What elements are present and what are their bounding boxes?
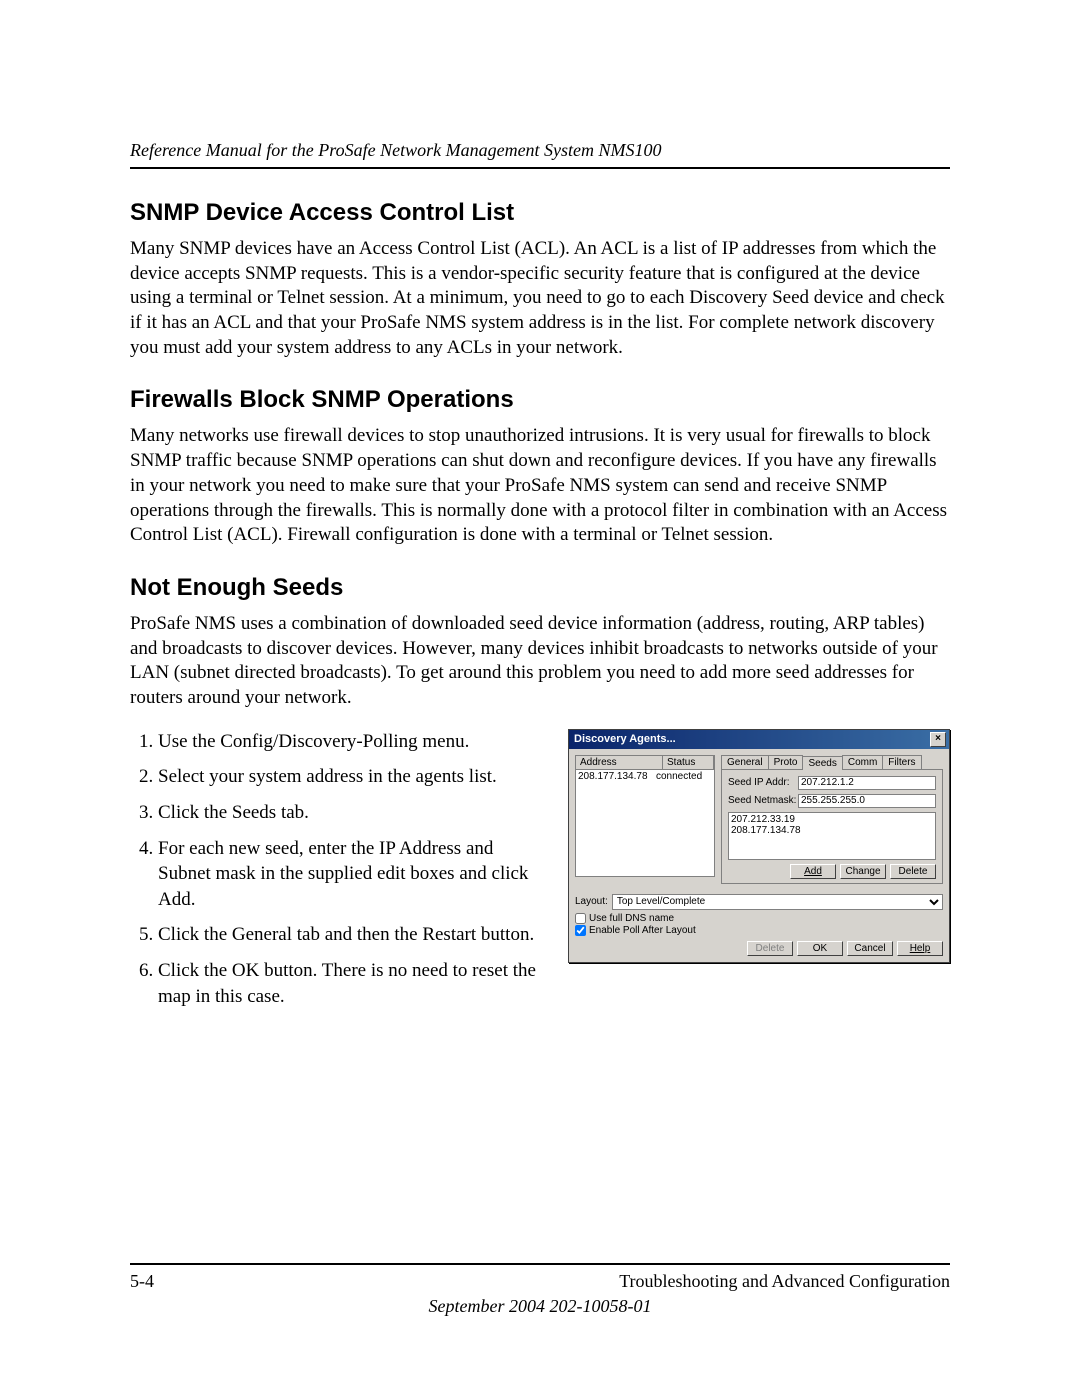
seed-netmask-label: Seed Netmask: (728, 795, 798, 806)
header-rule (130, 167, 950, 169)
change-button[interactable]: Change (840, 864, 886, 879)
close-icon[interactable]: × (930, 732, 946, 747)
footer-dateline: September 2004 202-10058-01 (130, 1296, 950, 1317)
step-2: Select your system address in the agents… (158, 764, 550, 790)
agents-pane: Address Status 208.177.134.78 connected (575, 755, 715, 884)
tab-body-seeds: Seed IP Addr: Seed Netmask: 207.212.33.1… (721, 769, 943, 884)
tab-comm[interactable]: Comm (842, 755, 883, 769)
section-body-firewalls: Many networks use firewall devices to st… (130, 424, 950, 547)
agents-row[interactable]: 208.177.134.78 connected (578, 771, 712, 782)
delete-agent-button[interactable]: Delete (747, 941, 793, 956)
add-button[interactable]: Add (790, 864, 836, 879)
agent-address: 208.177.134.78 (578, 771, 656, 782)
step-4: For each new seed, enter the IP Address … (158, 836, 550, 913)
steps-and-figure: Use the Config/Discovery-Polling menu. S… (130, 729, 950, 1020)
agents-col-status[interactable]: Status (663, 756, 714, 769)
chapter-title: Troubleshooting and Advanced Configurati… (619, 1271, 950, 1292)
tabs-pane: General Proto Seeds Comm Filters Seed IP… (721, 755, 943, 884)
tab-general[interactable]: General (721, 755, 769, 769)
agents-list[interactable]: 208.177.134.78 connected (575, 769, 715, 877)
dialog-title: Discovery Agents... (574, 733, 676, 745)
seed-item-2[interactable]: 208.177.134.78 (731, 825, 933, 836)
agents-col-address[interactable]: Address (576, 756, 663, 769)
help-button[interactable]: Help (897, 941, 943, 956)
tab-strip: General Proto Seeds Comm Filters (721, 755, 943, 769)
step-5: Click the General tab and then the Resta… (158, 922, 550, 948)
dialog-titlebar: Discovery Agents... × (569, 730, 949, 749)
tab-proto[interactable]: Proto (768, 755, 804, 769)
section-heading-acl: SNMP Device Access Control List (130, 199, 950, 227)
layout-label: Layout: (575, 896, 608, 907)
section-body-seeds: ProSafe NMS uses a combination of downlo… (130, 612, 950, 711)
steps-list: Use the Config/Discovery-Polling menu. S… (130, 729, 550, 1010)
use-full-dns-checkbox[interactable] (575, 913, 586, 924)
step-6: Click the OK button. There is no need to… (158, 958, 550, 1009)
enable-poll-after-label: Enable Poll After Layout (589, 925, 696, 936)
use-full-dns-label: Use full DNS name (589, 913, 674, 924)
section-heading-firewalls: Firewalls Block SNMP Operations (130, 386, 950, 414)
ok-button[interactable]: OK (797, 941, 843, 956)
seed-ip-input[interactable] (798, 776, 936, 790)
section-body-acl: Many SNMP devices have an Access Control… (130, 237, 950, 360)
tab-seeds[interactable]: Seeds (802, 756, 842, 770)
delete-seed-button[interactable]: Delete (890, 864, 936, 879)
layout-select[interactable]: Top Level/Complete (612, 894, 943, 910)
tab-filters[interactable]: Filters (882, 755, 921, 769)
running-header: Reference Manual for the ProSafe Network… (130, 140, 950, 161)
step-1: Use the Config/Discovery-Polling menu. (158, 729, 550, 755)
agent-status: connected (656, 771, 702, 782)
page: Reference Manual for the ProSafe Network… (0, 0, 1080, 1397)
seed-ip-label: Seed IP Addr: (728, 777, 798, 788)
seed-item-1[interactable]: 207.212.33.19 (731, 814, 933, 825)
seed-netmask-input[interactable] (798, 794, 936, 808)
cancel-button[interactable]: Cancel (847, 941, 893, 956)
page-footer: 5-4 Troubleshooting and Advanced Configu… (130, 1263, 950, 1317)
seed-list[interactable]: 207.212.33.19 208.177.134.78 (728, 812, 936, 860)
page-number: 5-4 (130, 1271, 154, 1292)
footer-rule (130, 1263, 950, 1265)
discovery-agents-dialog: Discovery Agents... × Address Status 208… (568, 729, 950, 963)
section-heading-seeds: Not Enough Seeds (130, 574, 950, 602)
enable-poll-after-checkbox[interactable] (575, 925, 586, 936)
step-3: Click the Seeds tab. (158, 800, 550, 826)
